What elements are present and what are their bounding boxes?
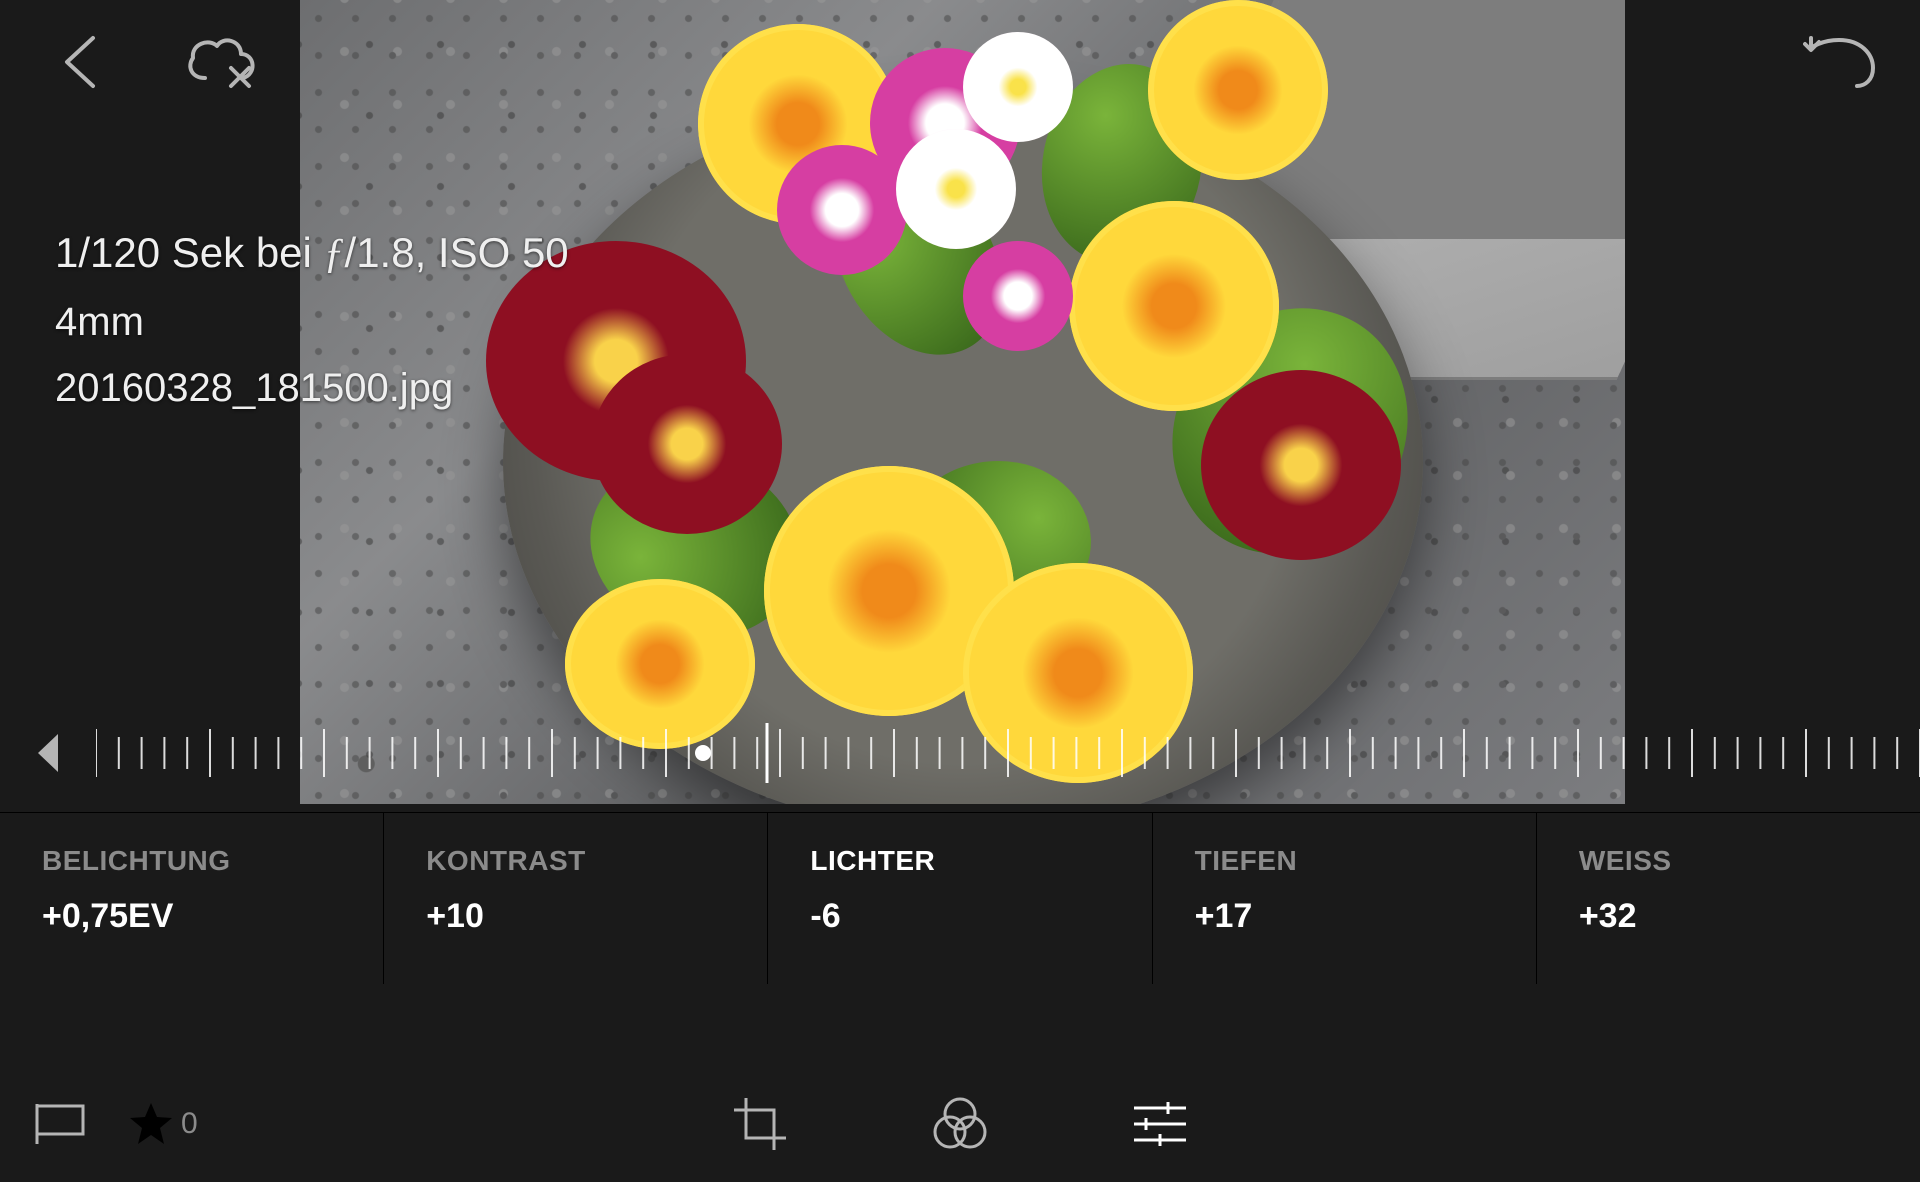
star-icon (127, 1100, 175, 1148)
undo-button[interactable] (1800, 22, 1880, 102)
adjust-sliders-icon (1132, 1100, 1188, 1148)
photo-metadata: 1/120 Sek bei ƒ/1.8, ISO 50 4mm 20160328… (55, 218, 569, 421)
photo-stage: 1/120 Sek bei ƒ/1.8, ISO 50 4mm 20160328… (0, 0, 1920, 804)
adjust-button[interactable] (1125, 1089, 1195, 1159)
param-belichtung[interactable]: BELICHTUNG +0,75EV (0, 813, 384, 984)
meta-exposure-suffix: /1.8, ISO 50 (345, 229, 569, 276)
slider-zero-mark (766, 723, 769, 783)
filters-icon (932, 1096, 988, 1152)
meta-exposure-prefix: 1/120 Sek bei (55, 229, 324, 276)
param-label: LICHTER (810, 845, 1119, 877)
param-label: KONTRAST (426, 845, 735, 877)
slider-ticks (96, 723, 1920, 783)
back-icon (59, 34, 101, 90)
cloud-reject-icon (183, 32, 261, 92)
param-value: +0,75EV (42, 897, 351, 936)
triangle-left-icon (34, 732, 62, 774)
bottom-toolbar: 0 (0, 1066, 1920, 1182)
param-weiss[interactable]: WEISS +32 (1537, 813, 1920, 984)
star-count: 0 (181, 1107, 198, 1141)
param-value: +32 (1579, 897, 1888, 936)
meta-focal-length: 4mm (55, 289, 569, 355)
value-slider[interactable] (96, 723, 1920, 783)
parameter-tabs: BELICHTUNG +0,75EV KONTRAST +10 LICHTER -6 TIE… (0, 812, 1920, 984)
back-button[interactable] (40, 22, 120, 102)
star-rating-button[interactable]: 0 (127, 1100, 198, 1148)
ruler-collapse-button[interactable] (0, 732, 96, 774)
param-lichter[interactable]: LICHTER -6 (768, 813, 1152, 984)
presets-button[interactable] (925, 1089, 995, 1159)
crop-icon (732, 1096, 788, 1152)
param-value: +17 (1195, 897, 1504, 936)
param-value: +10 (426, 897, 735, 936)
param-kontrast[interactable]: KONTRAST +10 (384, 813, 768, 984)
crop-button[interactable] (725, 1089, 795, 1159)
flag-icon (33, 1102, 87, 1146)
param-label: TIEFEN (1195, 845, 1504, 877)
param-value: -6 (810, 897, 1119, 936)
undo-icon (1803, 34, 1877, 90)
slider-thumb[interactable] (695, 745, 711, 761)
param-label: BELICHTUNG (42, 845, 351, 877)
cloud-reject-button[interactable] (182, 22, 262, 102)
param-tiefen[interactable]: TIEFEN +17 (1153, 813, 1537, 984)
meta-filename: 20160328_181500.jpg (55, 355, 569, 421)
param-label: WEISS (1579, 845, 1888, 877)
meta-f-glyph: ƒ (324, 231, 345, 277)
flag-button[interactable] (25, 1089, 95, 1159)
meta-exposure: 1/120 Sek bei ƒ/1.8, ISO 50 (55, 218, 569, 289)
